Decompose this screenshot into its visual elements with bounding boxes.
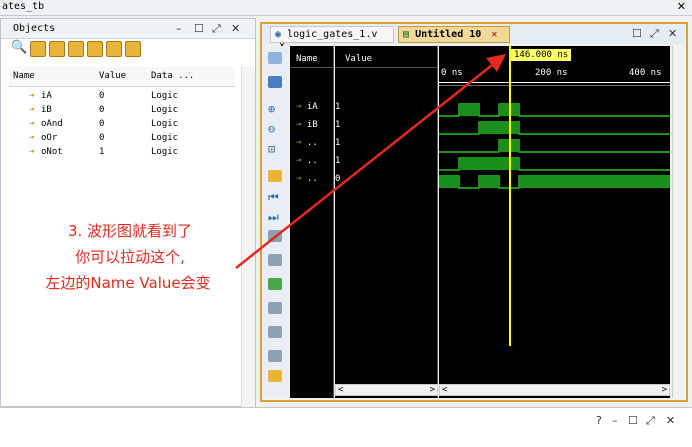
- float-icon[interactable]: ⤢: [646, 414, 655, 428]
- bottom-panel: ? – ☐ ⤢ ✕: [0, 407, 692, 447]
- close-icon[interactable]: ✕: [666, 414, 675, 427]
- annotation-line-3: 左边的Name Value会变: [45, 274, 211, 292]
- maximize-icon[interactable]: ☐: [628, 414, 638, 427]
- annotation-line-2: 你可以拉动这个,: [75, 248, 185, 266]
- annotation-line-1: 3. 波形图就看到了: [67, 222, 193, 240]
- minimize-icon[interactable]: –: [612, 414, 618, 427]
- help-icon[interactable]: ?: [596, 414, 602, 427]
